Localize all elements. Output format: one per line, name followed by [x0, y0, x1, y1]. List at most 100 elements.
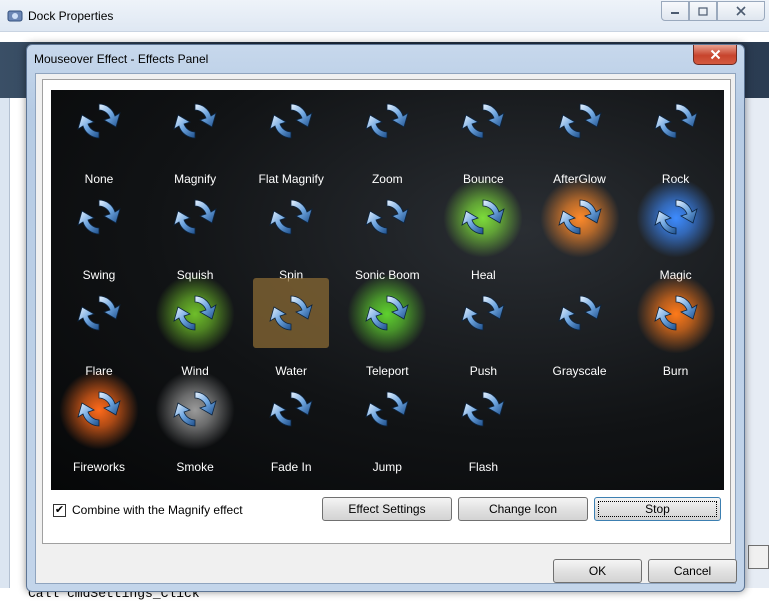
effect-tile[interactable]: Fade In — [243, 378, 339, 474]
effect-tile[interactable]: None — [51, 90, 147, 186]
effect-settings-button[interactable]: Effect Settings — [322, 497, 452, 521]
combine-magnify-option[interactable]: ✔ Combine with the Magnify effect — [53, 502, 243, 518]
effect-label: Fade In — [270, 460, 312, 474]
refresh-arrows-icon — [266, 192, 316, 242]
effect-tile[interactable]: Rock — [628, 90, 724, 186]
refresh-arrows-icon — [555, 192, 605, 242]
refresh-arrows-icon — [266, 288, 316, 338]
effect-label: Magnify — [174, 172, 217, 186]
effect-tile[interactable]: Sonic Boom — [339, 186, 435, 282]
refresh-arrows-icon — [74, 288, 124, 338]
minimize-icon — [671, 12, 679, 14]
refresh-arrows-icon — [458, 96, 508, 146]
effect-tile[interactable]: Squish — [147, 186, 243, 282]
refresh-arrows-icon — [651, 192, 701, 242]
effect-label: Flare — [85, 364, 113, 378]
effects-panel: None Magnify Flat Magnify Zoom Bounce AfterGl… — [42, 79, 737, 583]
effect-label: Grayscale — [552, 364, 607, 378]
stop-button[interactable]: Stop — [594, 497, 721, 521]
background-frame-left — [0, 98, 10, 588]
refresh-arrows-icon — [458, 192, 508, 242]
effect-tile[interactable]: Teleport — [339, 274, 435, 378]
effect-label: Fireworks — [72, 460, 125, 474]
effect-label: Flat Magnify — [258, 172, 324, 186]
effect-label: Burn — [662, 364, 689, 378]
effect-tile[interactable]: Zoom — [339, 90, 435, 186]
dialog-client-area: None Magnify Flat Magnify Zoom Bounce AfterGl… — [35, 73, 737, 584]
effect-tile[interactable]: Magic — [628, 178, 724, 282]
effect-tile[interactable]: Spin — [243, 186, 339, 282]
effect-label: Jump — [372, 460, 402, 474]
refresh-arrows-icon — [170, 384, 220, 434]
background-frame-right — [744, 98, 769, 588]
app-icon — [7, 10, 23, 22]
refresh-arrows-icon — [170, 96, 220, 146]
refresh-arrows-icon — [74, 192, 124, 242]
refresh-arrows-icon — [651, 96, 701, 146]
effect-tile[interactable]: Magnify — [147, 90, 243, 186]
dialog-title: Mouseover Effect - Effects Panel — [34, 52, 209, 66]
effect-tile[interactable]: Flash — [435, 378, 531, 474]
refresh-arrows-icon — [170, 192, 220, 242]
refresh-arrows-icon — [74, 384, 124, 434]
refresh-arrows-icon — [555, 288, 605, 338]
combine-magnify-checkbox[interactable]: ✔ — [53, 503, 66, 517]
effect-tile[interactable]: Bounce — [435, 90, 531, 186]
cancel-button[interactable]: Cancel — [648, 559, 737, 583]
effect-tile[interactable]: Jump — [339, 378, 435, 474]
effect-label: Water — [275, 364, 307, 378]
effect-tile[interactable]: Wind — [147, 274, 243, 378]
maximize-button[interactable] — [689, 1, 717, 21]
effect-label: Heal — [471, 268, 496, 282]
ok-button[interactable]: OK — [553, 559, 642, 583]
effect-label: Flash — [468, 460, 499, 474]
maximize-icon — [698, 6, 708, 16]
effects-panel-dialog: Mouseover Effect - Effects Panel None Mag… — [26, 44, 745, 592]
refresh-arrows-icon — [362, 96, 412, 146]
refresh-arrows-icon — [266, 384, 316, 434]
change-icon-button[interactable]: Change Icon — [458, 497, 588, 521]
effect-tile[interactable]: Fireworks — [51, 370, 147, 474]
focus-rectangle — [598, 501, 717, 517]
effect-label: AfterGlow — [553, 172, 606, 186]
effects-grid: None Magnify Flat Magnify Zoom Bounce AfterGl… — [51, 90, 724, 490]
refresh-arrows-icon — [362, 288, 412, 338]
effect-label: Squish — [176, 268, 214, 282]
effect-label: Smoke — [176, 460, 214, 474]
effect-tile[interactable]: AfterGlow — [532, 90, 628, 186]
dock-properties-titlebar: Dock Properties — [0, 0, 769, 32]
effect-tile[interactable]: Push — [435, 282, 531, 378]
effect-label: None — [84, 172, 114, 186]
minimize-button[interactable] — [661, 1, 689, 21]
refresh-arrows-icon — [170, 288, 220, 338]
effect-tile[interactable] — [532, 178, 628, 282]
effect-tile[interactable]: Grayscale — [532, 282, 628, 378]
refresh-arrows-icon — [651, 288, 701, 338]
effect-tile[interactable]: Burn — [628, 274, 724, 378]
dialog-close-button[interactable] — [693, 45, 737, 65]
effect-tile[interactable]: Flat Magnify — [243, 90, 339, 186]
refresh-arrows-icon — [362, 192, 412, 242]
effect-tile[interactable]: Water — [243, 278, 339, 378]
refresh-arrows-icon — [266, 96, 316, 146]
refresh-arrows-icon — [362, 384, 412, 434]
effect-label: Push — [469, 364, 498, 378]
effect-label: Zoom — [371, 172, 403, 186]
background-control — [748, 545, 769, 569]
effect-label: Swing — [82, 268, 116, 282]
refresh-arrows-icon — [458, 384, 508, 434]
close-icon — [710, 49, 720, 60]
effect-tile[interactable]: Smoke — [147, 370, 243, 474]
combine-magnify-label: Combine with the Magnify effect — [72, 503, 243, 517]
effect-label: Magic — [659, 268, 692, 282]
effect-label: Rock — [661, 172, 690, 186]
effect-tile[interactable]: Swing — [51, 186, 147, 282]
refresh-arrows-icon — [555, 96, 605, 146]
effect-label: Teleport — [365, 364, 409, 378]
effect-tile[interactable]: Flare — [51, 282, 147, 378]
close-icon — [736, 6, 746, 16]
window-close-button[interactable] — [717, 1, 765, 21]
effect-tile[interactable]: Heal — [435, 178, 531, 282]
refresh-arrows-icon — [458, 288, 508, 338]
effect-label: Bounce — [463, 172, 504, 186]
